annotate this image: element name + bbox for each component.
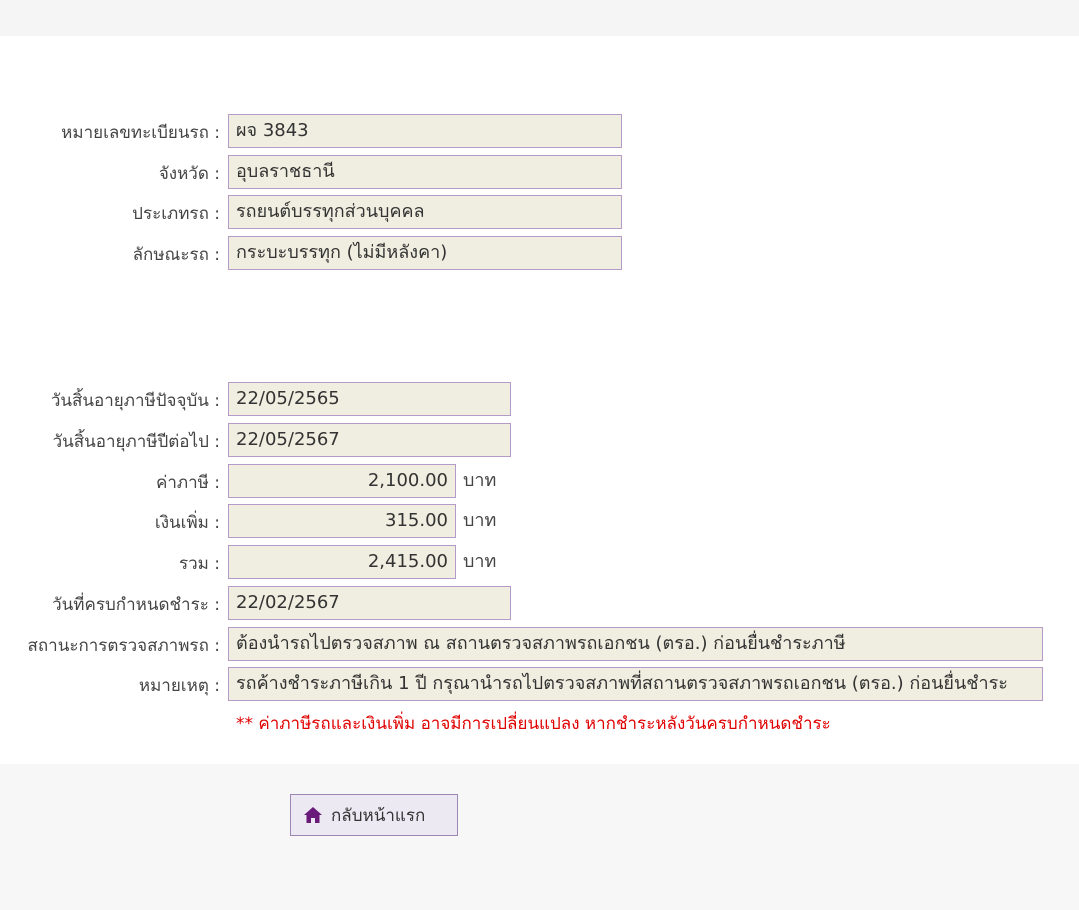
- plate-field: ผจ 3843: [228, 114, 622, 148]
- total-field: 2,415.00: [228, 545, 456, 579]
- remark-field: รถค้างชำระภาษีเกิน 1 ปี กรุณานำรถไปตรวจส…: [228, 667, 1043, 701]
- remark-label: หมายเหตุ :: [138, 676, 220, 696]
- vehicle-style-field: กระบะบรรทุก (ไม่มีหลังคา): [228, 236, 622, 270]
- price-change-warning: ** ค่าภาษีรถและเงินเพิ่ม อาจมีการเปลี่ยน…: [236, 714, 831, 734]
- home-icon: [304, 807, 322, 823]
- back-home-button[interactable]: กลับหน้าแรก: [290, 794, 458, 836]
- province-field: อุบลราชธานี: [228, 155, 622, 189]
- total-row: รวม : 2,415.00 บาท: [0, 545, 1079, 583]
- tax-amount-label: ค่าภาษี :: [155, 473, 220, 493]
- inspection-status-label: สถานะการตรวจสภาพรถ :: [27, 636, 220, 656]
- province-row: จังหวัด : อุบลราชธานี: [0, 155, 1079, 193]
- surcharge-unit: บาท: [463, 510, 497, 531]
- tax-amount-unit: บาท: [463, 470, 497, 491]
- vehicle-type-field: รถยนต์บรรทุกส่วนบุคคล: [228, 195, 622, 229]
- inspection-status-field: ต้องนำรถไปตรวจสภาพ ณ สถานตรวจสภาพรถเอกชน…: [228, 627, 1043, 661]
- back-home-label: กลับหน้าแรก: [331, 805, 426, 826]
- total-unit: บาท: [463, 551, 497, 572]
- current-expiry-label: วันสิ้นอายุภาษีปัจจุบัน :: [50, 391, 220, 411]
- next-expiry-label: วันสิ้นอายุภาษีปีต่อไป :: [52, 432, 220, 452]
- due-date-field: 22/02/2567: [228, 586, 511, 620]
- surcharge-row: เงินเพิ่ม : 315.00 บาท: [0, 504, 1079, 542]
- tax-amount-field: 2,100.00: [228, 464, 456, 498]
- vehicle-style-row: ลักษณะรถ : กระบะบรรทุก (ไม่มีหลังคา): [0, 236, 1079, 274]
- plate-label: หมายเลขทะเบียนรถ :: [61, 123, 220, 143]
- due-date-label: วันที่ครบกำหนดชำระ :: [52, 595, 220, 615]
- inspection-status-row: สถานะการตรวจสภาพรถ : ต้องนำรถไปตรวจสภาพ …: [0, 627, 1079, 665]
- surcharge-label: เงินเพิ่ม :: [154, 513, 220, 533]
- current-expiry-row: วันสิ้นอายุภาษีปัจจุบัน : 22/05/2565: [0, 382, 1079, 420]
- vehicle-type-row: ประเภทรถ : รถยนต์บรรทุกส่วนบุคคล: [0, 195, 1079, 233]
- vehicle-type-label: ประเภทรถ :: [132, 204, 220, 224]
- remark-row: หมายเหตุ : รถค้างชำระภาษีเกิน 1 ปี กรุณา…: [0, 667, 1079, 705]
- next-expiry-row: วันสิ้นอายุภาษีปีต่อไป : 22/05/2567: [0, 423, 1079, 461]
- tax-amount-row: ค่าภาษี : 2,100.00 บาท: [0, 464, 1079, 502]
- current-expiry-field: 22/05/2565: [228, 382, 511, 416]
- surcharge-field: 315.00: [228, 504, 456, 538]
- plate-row: หมายเลขทะเบียนรถ : ผจ 3843: [0, 114, 1079, 152]
- next-expiry-field: 22/05/2567: [228, 423, 511, 457]
- vehicle-style-label: ลักษณะรถ :: [132, 245, 220, 265]
- top-strip: [0, 0, 1079, 36]
- due-date-row: วันที่ครบกำหนดชำระ : 22/02/2567: [0, 586, 1079, 624]
- total-label: รวม :: [178, 554, 220, 574]
- province-label: จังหวัด :: [158, 164, 220, 184]
